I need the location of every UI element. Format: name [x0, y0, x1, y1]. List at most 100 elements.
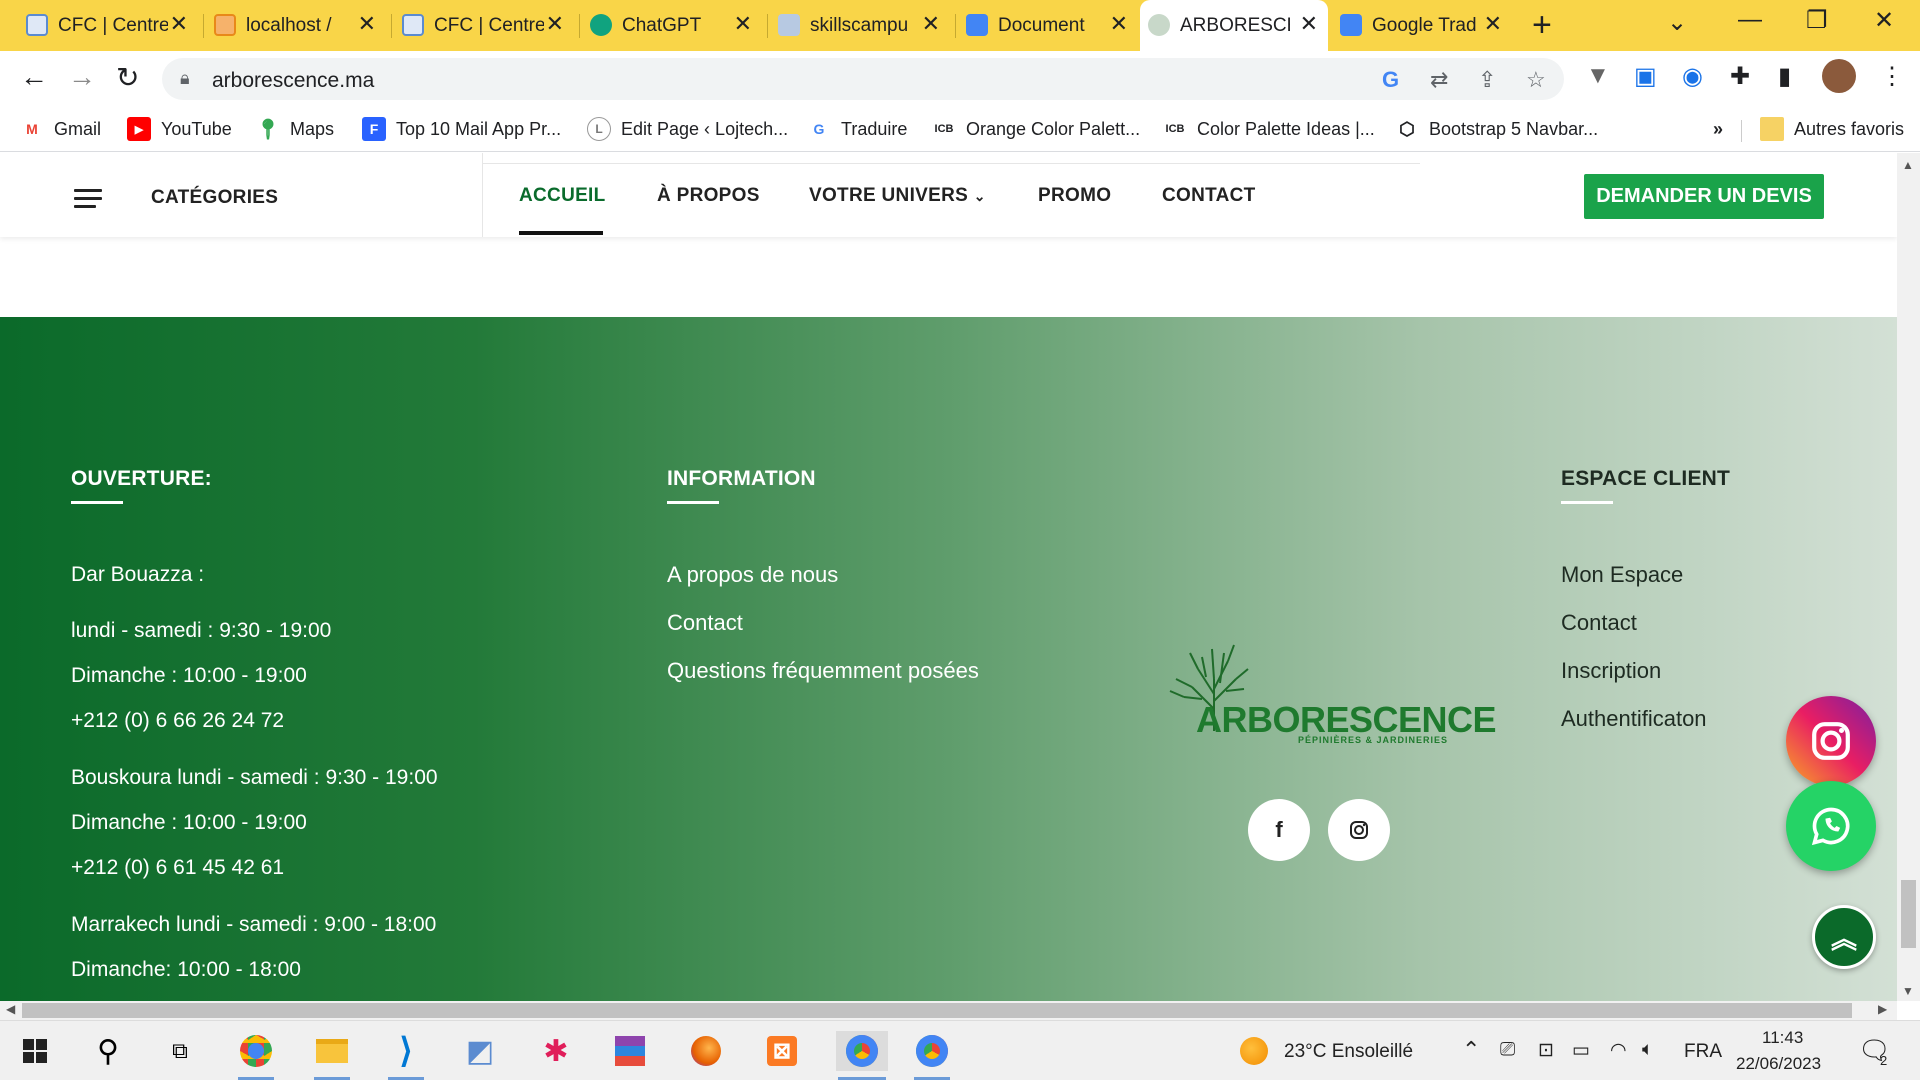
browser-tab[interactable]: CFC | Centre ✕: [394, 0, 574, 51]
whatsapp-float-button[interactable]: [1786, 781, 1876, 871]
menu-kebab-icon[interactable]: ⋮: [1880, 62, 1904, 91]
new-tab-button[interactable]: +: [1532, 6, 1552, 45]
scroll-up-arrow-icon[interactable]: ▲: [1902, 158, 1914, 172]
firefox-icon[interactable]: [686, 1031, 726, 1071]
scroll-to-top-button[interactable]: ︽: [1812, 905, 1876, 969]
close-tab-icon[interactable]: ✕: [1300, 11, 1318, 37]
minimize-button[interactable]: —: [1738, 6, 1762, 34]
browser-tab[interactable]: Google Trad ✕: [1332, 0, 1512, 51]
nav-a-propos[interactable]: À PROPOS: [657, 185, 760, 207]
nav-contact[interactable]: CONTACT: [1162, 185, 1256, 207]
restore-button[interactable]: ❐: [1806, 6, 1828, 35]
bookmark-top10-mail[interactable]: F Top 10 Mail App Pr...: [362, 114, 561, 144]
start-button[interactable]: [15, 1031, 55, 1071]
close-tab-icon[interactable]: ✕: [358, 11, 376, 37]
scroll-left-arrow-icon[interactable]: ◀: [6, 1002, 15, 1016]
demander-devis-button[interactable]: DEMANDER UN DEVIS: [1584, 174, 1824, 219]
footer-link-inscription[interactable]: Inscription: [1561, 658, 1661, 684]
address-bar[interactable]: 🔒︎ arborescence.ma G ⇄ ⇪ ☆: [162, 58, 1564, 100]
browser-tab-active[interactable]: ARBORESCE ✕: [1140, 0, 1328, 51]
bookmark-youtube[interactable]: ▶ YouTube: [127, 114, 232, 144]
notepad-icon[interactable]: ◩: [460, 1031, 500, 1071]
footer-link-contact[interactable]: Contact: [667, 610, 743, 636]
tray-chevron-up-icon[interactable]: ⌃: [1462, 1037, 1480, 1063]
bookmark-gmail[interactable]: M Gmail: [20, 114, 101, 144]
bookmark-traduire[interactable]: G Traduire: [807, 114, 908, 144]
profile-avatar[interactable]: [1822, 59, 1856, 93]
slack-icon[interactable]: ✱: [536, 1031, 576, 1071]
task-view-icon[interactable]: ⧉: [160, 1031, 200, 1071]
browser-tab[interactable]: skillscampu ✕: [770, 0, 950, 51]
vimeo-extension-icon[interactable]: ▼: [1586, 62, 1610, 90]
close-tab-icon[interactable]: ✕: [1484, 11, 1502, 37]
meet-now-icon[interactable]: ⎚: [1500, 1039, 1515, 1061]
close-tab-icon[interactable]: ✕: [546, 11, 564, 37]
file-explorer-icon[interactable]: [312, 1031, 352, 1071]
bookmarks-overflow-button[interactable]: »: [1713, 114, 1723, 144]
clock-time[interactable]: 11:43: [1762, 1028, 1803, 1048]
weather-sun-icon[interactable]: [1240, 1037, 1268, 1065]
language-indicator[interactable]: FRA: [1684, 1041, 1722, 1063]
bookmark-orange-palette[interactable]: ICB Orange Color Palett...: [932, 114, 1141, 144]
volume-icon[interactable]: 🔈︎: [1642, 1039, 1653, 1061]
xampp-icon[interactable]: ⊠: [762, 1031, 802, 1071]
facebook-button[interactable]: f: [1248, 799, 1310, 861]
scroll-down-arrow-icon[interactable]: ▼: [1902, 984, 1914, 998]
bookmark-star-icon[interactable]: ☆: [1526, 67, 1546, 93]
forward-button[interactable]: →: [68, 61, 96, 93]
record-extension-icon[interactable]: ◉: [1682, 62, 1703, 91]
translate-icon[interactable]: ⇄: [1430, 67, 1448, 93]
tab-search-icon[interactable]: ⌄: [1667, 8, 1687, 37]
vscode-icon[interactable]: ⟩: [386, 1031, 426, 1071]
horizontal-scroll-thumb[interactable]: [22, 1003, 1852, 1018]
chrome-taskbar-icon[interactable]: [236, 1031, 276, 1071]
google-icon[interactable]: G: [1382, 67, 1399, 93]
chrome-active-taskbar-icon[interactable]: [836, 1031, 888, 1071]
winrar-icon[interactable]: [610, 1031, 650, 1071]
other-bookmarks[interactable]: Autres favoris: [1760, 114, 1904, 144]
close-tab-icon[interactable]: ✕: [922, 11, 940, 37]
bookmark-bootstrap-navbar[interactable]: ⬡ Bootstrap 5 Navbar...: [1395, 114, 1598, 144]
close-tab-icon[interactable]: ✕: [1110, 11, 1128, 37]
scroll-right-arrow-icon[interactable]: ▶: [1878, 1002, 1887, 1016]
categories-toggle[interactable]: CATÉGORIES: [151, 187, 278, 209]
hamburger-menu-icon[interactable]: [74, 189, 102, 209]
screenshot-extension-icon[interactable]: ▣: [1634, 62, 1657, 91]
close-tab-icon[interactable]: ✕: [734, 11, 752, 37]
nav-votre-univers[interactable]: VOTRE UNIVERS ⌄: [809, 185, 986, 207]
vertical-scroll-thumb[interactable]: [1901, 880, 1916, 948]
vertical-scrollbar[interactable]: [1897, 153, 1920, 1001]
clock-date[interactable]: 22/06/2023: [1736, 1054, 1821, 1074]
close-window-button[interactable]: ✕: [1874, 6, 1894, 35]
url-text[interactable]: arborescence.ma: [212, 69, 374, 93]
footer-link-faq[interactable]: Questions fréquemment posées: [667, 658, 979, 684]
nav-promo[interactable]: PROMO: [1038, 185, 1111, 207]
extensions-icon[interactable]: ✚: [1730, 62, 1750, 91]
wifi-icon[interactable]: ◠: [1610, 1039, 1627, 1062]
battery-icon[interactable]: ▭: [1572, 1039, 1590, 1062]
reload-button[interactable]: ↻: [116, 61, 139, 94]
footer-link-mon-espace[interactable]: Mon Espace: [1561, 562, 1683, 588]
share-icon[interactable]: ⇪: [1478, 67, 1496, 93]
footer-link-contact-client[interactable]: Contact: [1561, 610, 1637, 636]
bookmark-color-palette[interactable]: ICB Color Palette Ideas |...: [1163, 114, 1375, 144]
instagram-float-button[interactable]: [1786, 696, 1876, 786]
browser-tab[interactable]: localhost / ✕: [206, 0, 386, 51]
close-tab-icon[interactable]: ✕: [170, 11, 188, 37]
browser-tab[interactable]: CFC | Centre ✕: [18, 0, 198, 51]
instagram-button[interactable]: [1328, 799, 1390, 861]
chrome-profile-taskbar-icon[interactable]: [912, 1031, 952, 1071]
bookmark-label: Edit Page ‹ Lojtech...: [621, 118, 789, 139]
nav-accueil[interactable]: ACCUEIL: [519, 185, 606, 207]
footer-link-a-propos[interactable]: A propos de nous: [667, 562, 838, 588]
bookmark-maps[interactable]: 📍︎ Maps: [255, 114, 334, 144]
screen-icon[interactable]: ⊡: [1538, 1039, 1554, 1062]
side-panel-icon[interactable]: ▮: [1778, 62, 1791, 91]
bookmark-edit-page[interactable]: L Edit Page ‹ Lojtech...: [587, 114, 788, 144]
footer-link-authentification[interactable]: Authentificaton: [1561, 706, 1707, 732]
back-button[interactable]: ←: [20, 61, 48, 93]
browser-tab[interactable]: Document ✕: [958, 0, 1138, 51]
search-icon[interactable]: ⚲: [88, 1031, 128, 1071]
weather-text[interactable]: 23°C Ensoleillé: [1284, 1041, 1413, 1063]
browser-tab[interactable]: ChatGPT ✕: [582, 0, 762, 51]
